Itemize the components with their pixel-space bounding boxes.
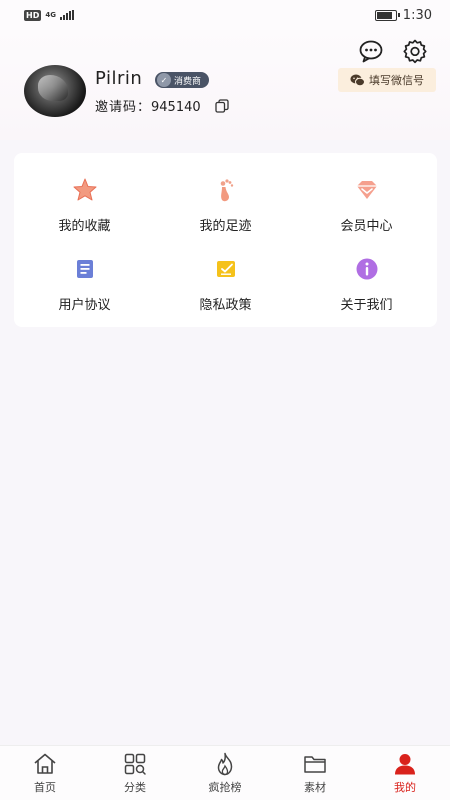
bottom-tabbar: 首页 分类 疯抢榜 素材 我的 — [0, 745, 450, 800]
invite-code-row: 邀请码：945140 — [95, 96, 229, 115]
tab-label: 疯抢榜 — [208, 781, 242, 794]
member-badge-label: 消费商 — [174, 76, 202, 87]
menu-item-label: 关于我们 — [340, 298, 393, 313]
content-area — [0, 340, 450, 745]
hd-indicator: HD — [24, 9, 42, 21]
tab-material[interactable]: 素材 — [270, 746, 360, 800]
menu-item-about-us[interactable]: 关于我们 — [296, 240, 437, 319]
tab-label: 我的 — [394, 781, 416, 794]
tab-label: 首页 — [34, 781, 56, 794]
menu-item-membership[interactable]: 会员中心 — [296, 161, 437, 240]
header-actions — [358, 38, 428, 64]
status-right: 1:30 — [374, 7, 432, 23]
info-icon — [356, 258, 377, 280]
tab-home[interactable]: 首页 — [0, 746, 90, 800]
menu-item-favorites[interactable]: 我的收藏 — [14, 161, 155, 240]
avatar[interactable] — [24, 65, 86, 117]
flame-icon — [217, 752, 233, 776]
menu-item-label: 我的足迹 — [199, 219, 252, 234]
fill-wechat-button[interactable]: 填写微信号 — [338, 68, 436, 92]
menu-item-label: 隐私政策 — [199, 298, 252, 313]
menu-card: 我的收藏 我的足迹 会员中心 用户协议 隐私政策 关于我们 — [14, 153, 437, 327]
tab-category[interactable]: 分类 — [90, 746, 180, 800]
folder-icon — [304, 756, 326, 773]
menu-item-footprints[interactable]: 我的足迹 — [155, 161, 296, 240]
menu-item-label: 我的收藏 — [58, 219, 111, 234]
member-badge: ✓ 消费商 — [155, 72, 210, 88]
wechat-icon — [350, 74, 365, 86]
username: Pilrin — [95, 68, 143, 89]
menu-item-privacy-policy[interactable]: 隐私政策 — [155, 240, 296, 319]
menu-item-user-agreement[interactable]: 用户协议 — [14, 240, 155, 319]
profile-header: Pilrin ✓ 消费商 邀请码：945140 填写微信号 — [0, 30, 450, 140]
gear-icon[interactable] — [402, 38, 428, 64]
message-icon[interactable] — [358, 38, 384, 64]
home-icon — [34, 753, 56, 774]
invite-code: 945140 — [151, 100, 201, 115]
invite-code-text: 邀请码：945140 — [95, 96, 201, 115]
status-left: HD 4G — [24, 9, 74, 21]
tab-label: 分类 — [124, 781, 146, 794]
star-icon — [73, 178, 96, 201]
menu-grid: 我的收藏 我的足迹 会员中心 用户协议 隐私政策 关于我们 — [14, 153, 437, 319]
invite-label: 邀请码： — [95, 100, 152, 115]
category-icon — [124, 753, 146, 775]
copy-icon[interactable] — [215, 98, 229, 113]
network-indicator: 4G — [45, 10, 56, 19]
clock: 1:30 — [402, 7, 432, 23]
policy-icon — [216, 261, 235, 277]
footprint-icon — [220, 179, 233, 202]
signal-icon — [59, 10, 74, 20]
shield-icon: ✓ — [157, 73, 171, 87]
tab-mine[interactable]: 我的 — [360, 746, 450, 800]
menu-item-label: 用户协议 — [58, 298, 111, 313]
network-label: 4G — [45, 10, 56, 19]
battery-icon — [374, 9, 400, 21]
diamond-icon — [356, 181, 377, 199]
document-icon — [76, 260, 93, 278]
tab-label: 素材 — [304, 781, 326, 794]
menu-item-label: 会员中心 — [340, 219, 393, 234]
wechat-button-label: 填写微信号 — [369, 74, 424, 87]
user-icon — [395, 754, 415, 775]
tab-hot-ranking[interactable]: 疯抢榜 — [180, 746, 270, 800]
status-bar: HD 4G 1:30 — [0, 0, 450, 30]
